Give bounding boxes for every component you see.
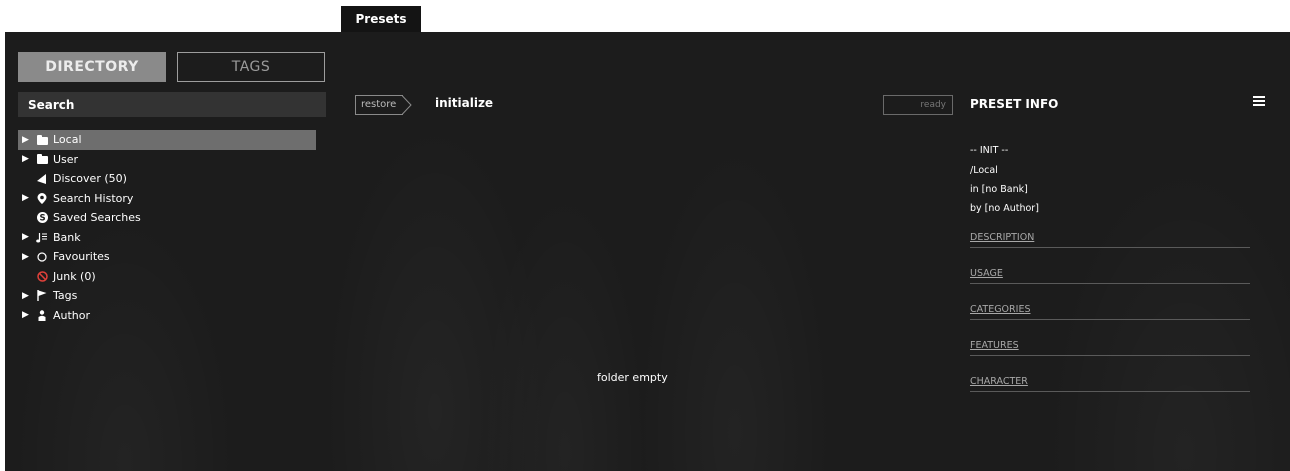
- tree-item-label: Favourites: [53, 250, 110, 264]
- tree-item-junk[interactable]: Junk (0): [18, 267, 316, 287]
- tree-item-label: Discover (50): [53, 172, 127, 186]
- expand-arrow-icon[interactable]: ▶: [22, 193, 34, 203]
- tab-presets[interactable]: Presets: [341, 6, 421, 32]
- svg-text:S: S: [39, 214, 45, 223]
- circle-icon: [34, 252, 50, 262]
- restore-button[interactable]: restore: [355, 95, 403, 115]
- section-usage[interactable]: USAGE: [970, 267, 1250, 284]
- section-character[interactable]: CHARACTER: [970, 375, 1250, 392]
- tree-item-label: User: [53, 152, 79, 166]
- tree-item-favourites[interactable]: ▶ Favourites: [18, 247, 316, 267]
- section-description[interactable]: DESCRIPTION: [970, 231, 1250, 248]
- status-badge: ready: [883, 95, 953, 115]
- expand-arrow-icon[interactable]: ▶: [22, 291, 34, 301]
- empty-message: folder empty: [597, 371, 668, 384]
- expand-arrow-icon[interactable]: ▶: [22, 232, 34, 242]
- tree-item-saved-searches[interactable]: S Saved Searches: [18, 208, 316, 228]
- saved-search-icon: S: [34, 212, 50, 224]
- tree-item-search-history[interactable]: ▶ Search History: [18, 189, 316, 209]
- tree-item-tags[interactable]: ▶ Tags: [18, 286, 316, 306]
- restore-arrow-icon: [402, 95, 412, 115]
- tree-item-label: Tags: [53, 289, 78, 303]
- section-categories[interactable]: CATEGORIES: [970, 303, 1250, 320]
- preset-info-name: -- INIT --: [970, 145, 1009, 156]
- folder-icon: [34, 134, 50, 145]
- preset-info-path: /Local: [970, 165, 998, 176]
- hamburger-menu-icon[interactable]: [1253, 96, 1265, 108]
- preset-info-title: PRESET INFO: [970, 97, 1059, 111]
- tree-item-label: Local: [53, 133, 82, 147]
- preset-name: initialize: [435, 96, 494, 110]
- directory-tree: ▶ Local ▶ User Discover (50) ▶ Search Hi…: [18, 130, 316, 325]
- tree-item-local[interactable]: ▶ Local: [18, 130, 316, 150]
- tree-item-label: Search History: [53, 191, 134, 205]
- prohibited-icon: [34, 271, 50, 282]
- tree-item-label: Saved Searches: [53, 211, 141, 225]
- expand-arrow-icon[interactable]: ▶: [22, 135, 34, 145]
- presets-panel: DIRECTORY TAGS ▶ Local ▶ User Discover (…: [5, 32, 1290, 471]
- person-icon: [34, 310, 50, 321]
- expand-arrow-icon[interactable]: ▶: [22, 310, 34, 320]
- flag-icon: [34, 290, 50, 302]
- tree-item-label: Junk (0): [53, 269, 96, 283]
- bank-icon: [34, 232, 50, 243]
- tags-button[interactable]: TAGS: [177, 52, 325, 82]
- tree-item-user[interactable]: ▶ User: [18, 150, 316, 170]
- expand-arrow-icon[interactable]: ▶: [22, 154, 34, 164]
- directory-button[interactable]: DIRECTORY: [18, 52, 166, 82]
- location-pin-icon: [34, 192, 50, 204]
- preset-info-bank: in [no Bank]: [970, 184, 1028, 195]
- tree-item-author[interactable]: ▶ Author: [18, 306, 316, 326]
- tree-item-bank[interactable]: ▶ Bank: [18, 228, 316, 248]
- preset-info-author: by [no Author]: [970, 203, 1039, 214]
- folder-icon: [34, 154, 50, 165]
- section-features[interactable]: FEATURES: [970, 339, 1250, 356]
- search-input[interactable]: [18, 92, 326, 117]
- tree-item-label: Author: [53, 308, 91, 322]
- tree-item-label: Bank: [53, 230, 81, 244]
- expand-arrow-icon[interactable]: ▶: [22, 252, 34, 262]
- tree-item-discover[interactable]: Discover (50): [18, 169, 316, 189]
- discover-icon: [34, 173, 50, 184]
